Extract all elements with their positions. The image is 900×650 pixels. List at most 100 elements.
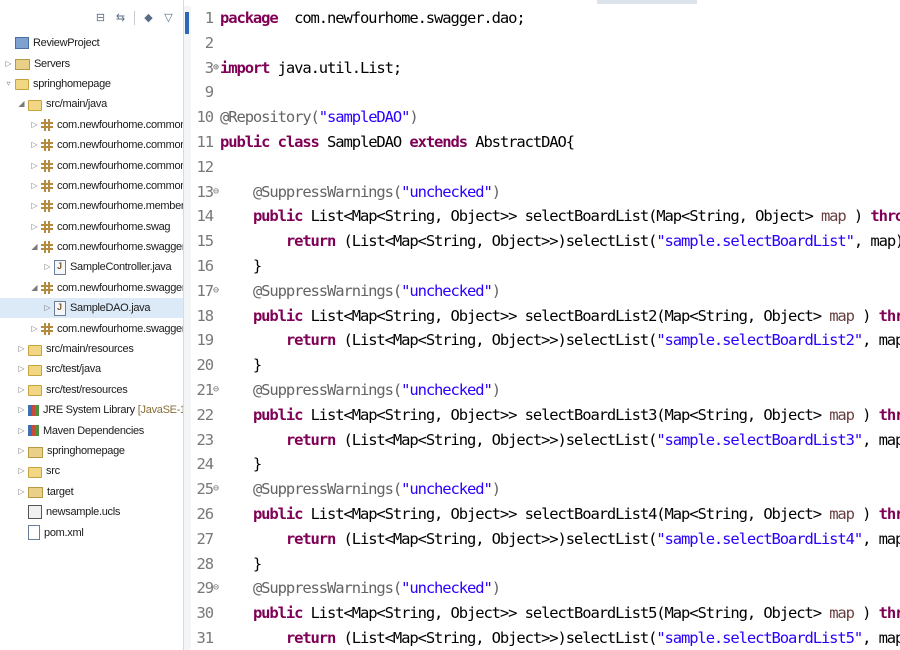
code-line[interactable]: 18 public List<Map<String, Object>> sele… xyxy=(191,304,900,329)
code-line[interactable]: 26 public List<Map<String, Object>> sele… xyxy=(191,502,900,527)
tree-expander-icon[interactable]: ▷ xyxy=(30,180,39,192)
code-line[interactable]: 13 ⊖ @SuppressWarnings("unchecked") xyxy=(191,180,900,205)
tree-item[interactable]: ▷ com.newfourhome.common.da xyxy=(0,135,183,155)
tree-item[interactable]: ▷ com.newfourhome.swagger.ser xyxy=(0,318,183,338)
code-token: return xyxy=(285,529,337,548)
code-text: public List<Map<String, Object>> selectB… xyxy=(220,601,900,626)
code-editor[interactable]: 1 package com.newfourhome.swagger.dao; 2 3 ⊕… xyxy=(184,6,900,650)
collapse-all-icon[interactable]: ⊟ xyxy=(94,11,107,25)
code-line[interactable]: 29 ⊖ @SuppressWarnings("unchecked") xyxy=(191,576,900,601)
tree-expander-icon[interactable]: ▷ xyxy=(17,384,26,396)
code-token: ) xyxy=(853,604,879,623)
tree-expander-icon[interactable]: ▿ xyxy=(4,78,13,90)
tree-item[interactable]: ▷ JRE System Library[JavaSE-1.6] xyxy=(0,400,183,420)
code-line[interactable]: 2 xyxy=(191,31,900,56)
tree-expander-icon[interactable]: ▷ xyxy=(4,58,13,70)
tree-item[interactable]: ▷ src/test/java xyxy=(0,359,183,379)
tree-item[interactable]: ▷ target xyxy=(0,482,183,502)
tree-item[interactable]: ▷ src xyxy=(0,461,183,481)
code-line[interactable]: 24 } xyxy=(191,452,900,477)
code-token: "unchecked" xyxy=(401,579,493,598)
editor-tab[interactable] xyxy=(597,0,697,4)
tree-item[interactable]: ▷ com.newfourhome.member xyxy=(0,196,183,216)
code-token: @SuppressWarnings( xyxy=(252,579,402,598)
code-line[interactable]: 15 return (List<Map<String, Object>>)sel… xyxy=(191,229,900,254)
tree-item[interactable]: ◢ src/main/java xyxy=(0,94,183,114)
tree-item[interactable]: ▷ Servers xyxy=(0,53,183,73)
code-line[interactable]: 17 ⊖ @SuppressWarnings("unchecked") xyxy=(191,279,900,304)
code-line[interactable]: 25 ⊖ @SuppressWarnings("unchecked") xyxy=(191,477,900,502)
tree-expander-icon[interactable]: ◢ xyxy=(30,241,39,253)
code-line[interactable]: 11 public class SampleDAO extends Abstrac… xyxy=(191,130,900,155)
tree-expander-icon[interactable]: ▷ xyxy=(30,160,39,172)
tree-item[interactable]: ▷ SampleController.java xyxy=(0,257,183,277)
tree-expander-icon[interactable]: ▷ xyxy=(43,261,52,273)
line-number: 24 xyxy=(196,455,215,474)
code-line[interactable]: 14 public List<Map<String, Object>> sele… xyxy=(191,204,900,229)
code-line[interactable]: 28 } xyxy=(191,552,900,577)
code-area[interactable]: 1 package com.newfourhome.swagger.dao; 2 3 ⊕… xyxy=(191,6,900,650)
tree-expander-icon[interactable]: ▷ xyxy=(17,486,26,498)
code-line[interactable]: 27 return (List<Map<String, Object>>)sel… xyxy=(191,527,900,552)
code-line[interactable]: 19 return (List<Map<String, Object>>)sel… xyxy=(191,328,900,353)
tree-expander-icon[interactable]: ▷ xyxy=(17,404,26,416)
code-line[interactable]: 22 public List<Map<String, Object>> sele… xyxy=(191,403,900,428)
code-line[interactable]: 10 @Repository("sampleDAO") xyxy=(191,105,900,130)
view-menu-icon[interactable]: ▽ xyxy=(162,11,175,25)
tree-item[interactable]: pom.xml xyxy=(0,522,183,542)
code-token: public xyxy=(252,504,304,523)
tree-item[interactable]: ▷ src/main/resources xyxy=(0,339,183,359)
tree-expander-icon[interactable]: ▷ xyxy=(17,363,26,375)
code-line[interactable]: 9 xyxy=(191,80,900,105)
link-with-editor-icon[interactable]: ⇆ xyxy=(114,11,127,25)
tree-item[interactable]: ▷ springhomepage xyxy=(0,441,183,461)
tree-item[interactable]: ReviewProject xyxy=(0,33,183,53)
code-line[interactable]: 30 public List<Map<String, Object>> sele… xyxy=(191,601,900,626)
tree-expander-icon[interactable]: ▷ xyxy=(30,221,39,233)
tree-expander-icon[interactable]: ▷ xyxy=(30,139,39,151)
code-text: public List<Map<String, Object>> selectB… xyxy=(220,403,900,428)
tree-expander-icon[interactable]: ◢ xyxy=(17,98,26,110)
tree-expander-icon[interactable]: ▷ xyxy=(17,343,26,355)
tree-expander-icon[interactable]: ▷ xyxy=(17,445,26,457)
tree-item[interactable]: newsample.ucls xyxy=(0,502,183,522)
tree-item[interactable]: ▷ src/test/resources xyxy=(0,380,183,400)
code-line[interactable]: 12 xyxy=(191,155,900,180)
tree-expander-icon[interactable]: ▷ xyxy=(43,302,52,314)
code-line[interactable]: 1 package com.newfourhome.swagger.dao; xyxy=(191,6,900,31)
tree-item[interactable]: ◢ com.newfourhome.swagger.dao xyxy=(0,278,183,298)
source-folder-icon xyxy=(28,344,42,356)
code-token: ) xyxy=(491,281,501,300)
tree-expander-icon[interactable]: ▷ xyxy=(30,119,39,131)
tree-item[interactable]: ▷ Maven Dependencies xyxy=(0,420,183,440)
code-line[interactable]: 31 return (List<Map<String, Object>>)sel… xyxy=(191,626,900,650)
code-line[interactable]: 3 ⊕ import java.util.List; xyxy=(191,56,900,81)
code-token: public xyxy=(252,604,304,623)
tree-item[interactable]: ▷ com.newfourhome.swag xyxy=(0,217,183,237)
tree-item[interactable]: ▿ springhomepage xyxy=(0,74,183,94)
tree-expander-icon[interactable]: ▷ xyxy=(30,323,39,335)
tree-expander-icon xyxy=(4,37,13,49)
tree-expander-icon[interactable]: ▷ xyxy=(30,200,39,212)
code-token: (List<Map<String, Object>>)selectList( xyxy=(335,331,657,350)
code-line[interactable]: 20 } xyxy=(191,353,900,378)
code-token: , map); xyxy=(862,628,900,647)
tree-item[interactable]: ▷ com.newfourhome.common.re xyxy=(0,176,183,196)
source-folder-icon xyxy=(28,466,42,478)
tree-expander-icon[interactable]: ▷ xyxy=(17,425,26,437)
tree-item[interactable]: ◢ com.newfourhome.swagger.cor xyxy=(0,237,183,257)
focus-icon[interactable]: ◆ xyxy=(142,11,155,25)
code-line[interactable]: 16 } xyxy=(191,254,900,279)
tree-item[interactable]: ▷ com.newfourhome.common.cc xyxy=(0,115,183,135)
code-token: ) xyxy=(853,405,879,424)
tree-item[interactable]: ▷ com.newfourhome.common.lo xyxy=(0,155,183,175)
code-token: throws xyxy=(878,306,900,325)
tree-item-label: src/main/resources xyxy=(46,343,134,356)
code-line[interactable]: 21 ⊖ @SuppressWarnings("unchecked") xyxy=(191,378,900,403)
code-line[interactable]: 23 return (List<Map<String, Object>>)sel… xyxy=(191,428,900,453)
tree-expander-icon[interactable]: ◢ xyxy=(30,282,39,294)
eclipse-window: ⊟ ⇆ ◆ ▽ ReviewProject ▷ Servers ▿ springhome… xyxy=(0,0,900,650)
tree-expander-icon[interactable]: ▷ xyxy=(17,465,26,477)
tree-item[interactable]: ▷ SampleDAO.java xyxy=(0,298,183,319)
